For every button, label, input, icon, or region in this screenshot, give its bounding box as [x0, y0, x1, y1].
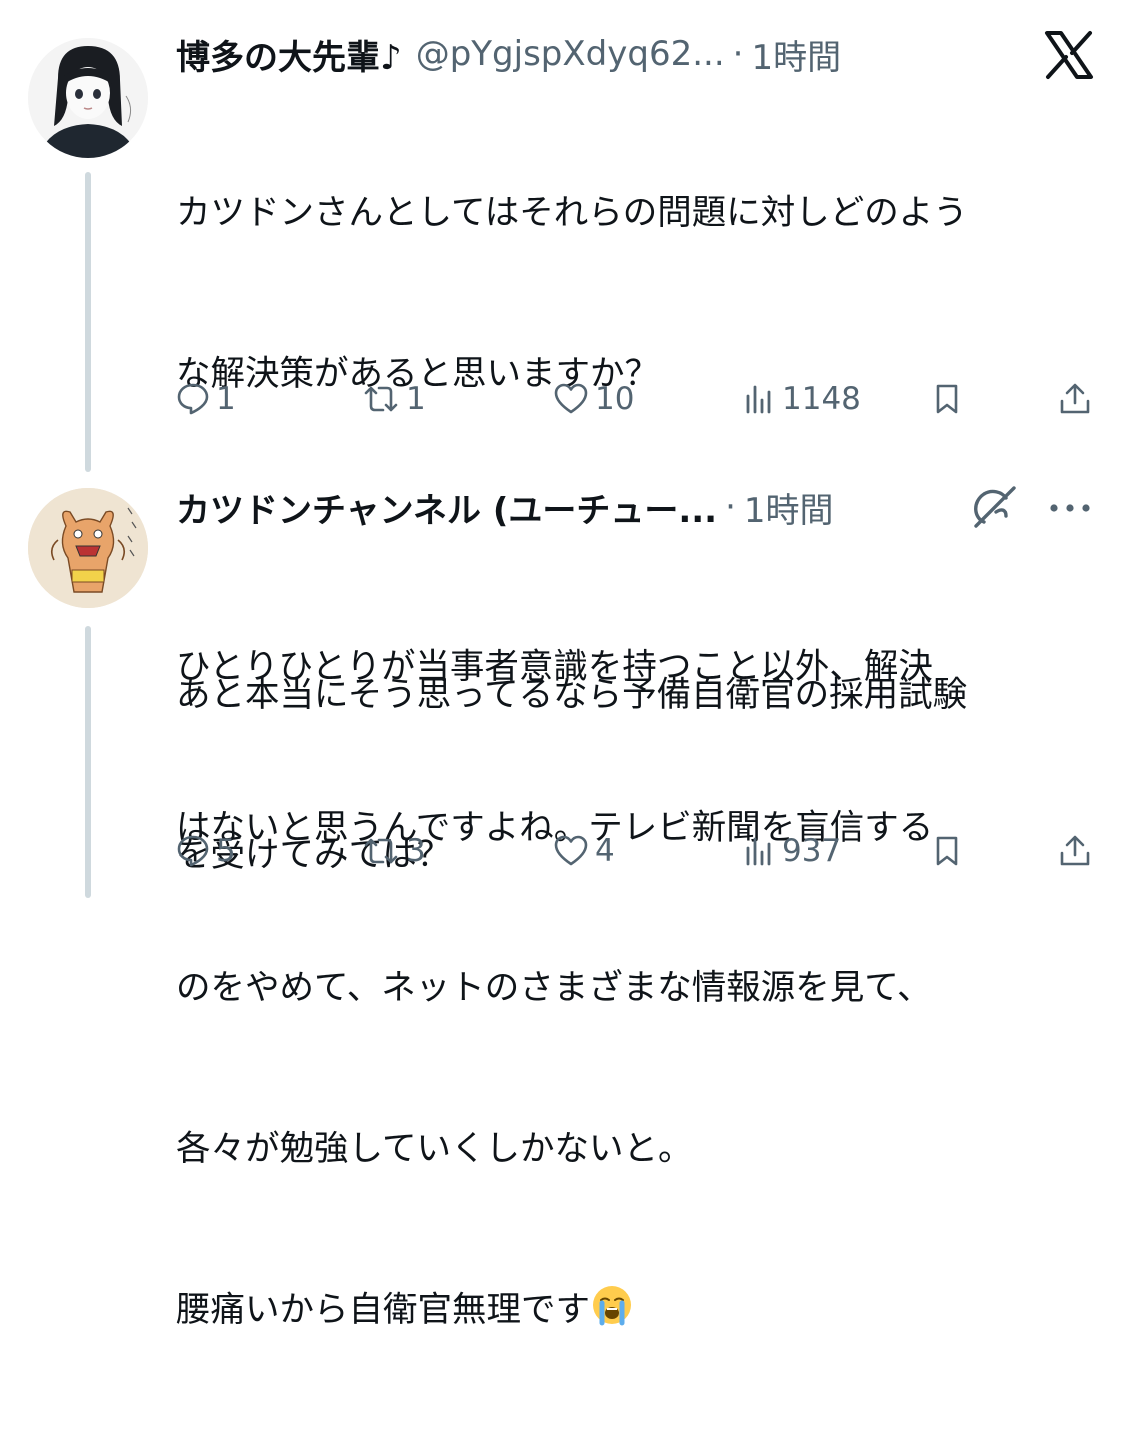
timestamp[interactable]: 1時間 — [751, 30, 841, 79]
loudly-crying-face-emoji: 😭 — [590, 1283, 634, 1344]
tweet-text-line: カツドンさんとしてはそれらの問題に対しどのよう — [176, 193, 968, 233]
reply-icon — [176, 382, 210, 416]
thread-line — [85, 626, 91, 898]
share-icon — [1057, 381, 1093, 417]
author-name[interactable]: カツドンチャンネル (ユーチュー... — [176, 483, 717, 532]
more-icon[interactable] — [1048, 498, 1092, 522]
avatar[interactable] — [28, 488, 148, 608]
like-count: 10 — [595, 381, 635, 417]
author-name[interactable]: 博多の大先輩♪ — [176, 30, 402, 79]
reply-button[interactable]: 5 — [176, 826, 236, 876]
views-icon — [744, 834, 776, 868]
grok-icon[interactable] — [966, 484, 1020, 534]
like-button[interactable]: 4 — [553, 826, 615, 876]
repost-button[interactable]: 3 — [362, 826, 426, 876]
views-button[interactable]: 1148 — [744, 374, 861, 424]
reply-button[interactable]: 1 — [176, 374, 236, 424]
repost-icon — [362, 382, 400, 416]
tweet-header: 博多の大先輩♪ @pYgjspXdyq62... · 1時間 — [176, 30, 841, 78]
reply-count: 5 — [216, 833, 236, 869]
like-icon — [553, 834, 589, 868]
views-button[interactable]: 937 — [744, 826, 841, 876]
avatar[interactable] — [28, 38, 148, 158]
repost-count: 1 — [406, 381, 426, 417]
tweet-text-line: 各々が勉強していくしかないと。 — [176, 1128, 693, 1169]
bookmark-icon — [930, 834, 964, 868]
separator: · — [725, 487, 736, 527]
views-count: 937 — [782, 833, 842, 869]
like-button[interactable]: 10 — [553, 374, 634, 424]
tweet-text-line: のをやめて、ネットのさまざまな情報源を見て、 — [176, 968, 932, 1008]
tweet-text: ひとりひとりが当事者意識を持つこと以外、解決 はないと思うんですよね。テレビ新聞… — [176, 534, 1096, 1451]
bookmark-button[interactable] — [930, 374, 964, 424]
timestamp[interactable]: 1時間 — [744, 483, 834, 532]
tweet-header: カツドンチャンネル (ユーチュー... · 1時間 — [176, 483, 834, 531]
like-icon — [553, 382, 589, 416]
share-icon — [1057, 833, 1093, 869]
separator: · — [732, 34, 744, 74]
repost-icon — [362, 834, 400, 868]
bookmark-button[interactable] — [930, 826, 964, 876]
tweet-text-line: 腰痛いから自衛官無理です😭 — [176, 1283, 1096, 1344]
share-button[interactable] — [1057, 826, 1093, 876]
thread-line — [85, 172, 91, 472]
bookmark-icon — [930, 382, 964, 416]
tweet-text-line: ひとりひとりが当事者意識を持つこと以外、解決 — [176, 647, 933, 687]
reply-icon — [176, 834, 210, 868]
like-count: 4 — [595, 833, 615, 869]
repost-button[interactable]: 1 — [362, 374, 426, 424]
author-handle[interactable]: @pYgjspXdyq62... — [416, 34, 725, 74]
repost-count: 3 — [406, 833, 426, 869]
views-count: 1148 — [782, 381, 861, 417]
views-icon — [744, 382, 776, 416]
share-button[interactable] — [1057, 374, 1093, 424]
x-logo-icon[interactable] — [1044, 30, 1094, 84]
tweet-text-segment: 腰痛いから自衛官無理です — [176, 1290, 590, 1330]
reply-count: 1 — [216, 381, 236, 417]
